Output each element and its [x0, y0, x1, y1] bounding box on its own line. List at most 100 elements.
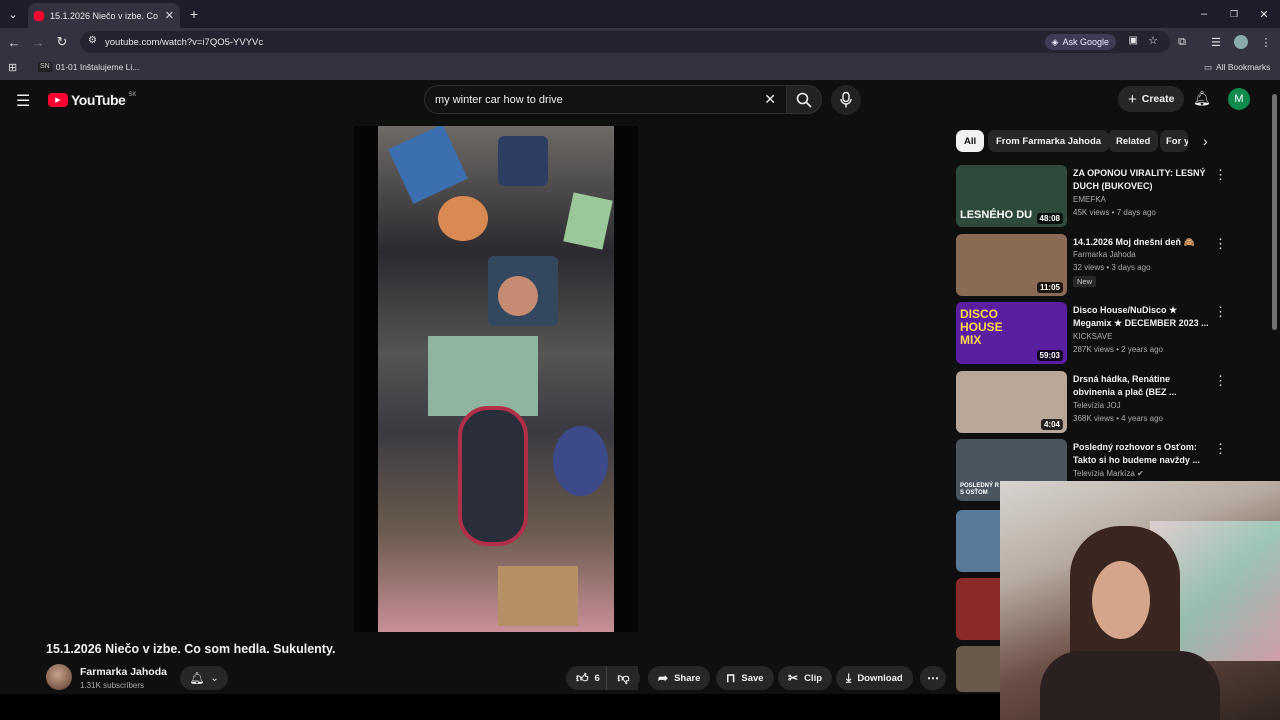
- video-object: [458, 406, 528, 546]
- download-icon: ⤓: [846, 670, 852, 685]
- recommendation-channel[interactable]: Farmarka Jahoda: [1073, 250, 1136, 259]
- address-bar[interactable]: ⚙ youtube.com/watch?v=i7QO5-YVYVc ◈ Ask …: [80, 31, 1170, 53]
- like-count: 6: [594, 672, 600, 684]
- share-arrow-icon: ➦: [658, 671, 669, 685]
- minimize-icon[interactable]: –: [1196, 6, 1212, 22]
- site-info-icon[interactable]: ⚙: [88, 35, 97, 46]
- profile-avatar[interactable]: [1234, 35, 1248, 49]
- recommendation-title[interactable]: Disco House/NuDisco ★ Megamix ★ DECEMBER…: [1073, 304, 1209, 330]
- recommendation-item[interactable]: 11:05 14.1.2026 Moj dnešní deň 🙈 Farmark…: [956, 234, 1231, 298]
- recommendation-item[interactable]: LESNÉHO DU 48:08 ZA OPONOU VIRALITY: LES…: [956, 165, 1231, 229]
- hamburger-menu-icon[interactable]: ☰: [16, 91, 30, 111]
- region-code: SK: [128, 92, 137, 98]
- bookmark-star-icon[interactable]: ☆: [1148, 34, 1158, 47]
- clear-search-icon[interactable]: ✕: [764, 91, 776, 108]
- chip-all[interactable]: All: [956, 130, 985, 152]
- ask-google-button[interactable]: ◈ Ask Google: [1044, 34, 1116, 50]
- channel-name[interactable]: Farmarka Jahoda: [80, 666, 167, 678]
- channel-avatar[interactable]: [46, 664, 72, 690]
- reload-icon[interactable]: ↻: [54, 34, 70, 50]
- dislike-button[interactable]: 👎︎: [606, 666, 640, 690]
- channel-label: Televízia Markíza: [1073, 469, 1135, 478]
- chip-for-you[interactable]: For y: [1160, 130, 1188, 152]
- extensions-icon[interactable]: ⧉: [1174, 34, 1190, 50]
- video-thumbnail[interactable]: [956, 646, 1000, 692]
- all-bookmarks-label: All Bookmarks: [1216, 62, 1271, 72]
- youtube-logo[interactable]: ▶ YouTube SK: [48, 92, 136, 108]
- save-button[interactable]: ⊓ Save: [716, 666, 774, 690]
- subscription-bell-button[interactable]: 🔔︎ ⌄: [180, 666, 228, 690]
- all-bookmarks[interactable]: ▭ All Bookmarks: [1204, 62, 1270, 73]
- scissors-icon: ✂: [788, 671, 799, 685]
- page-scrollbar[interactable]: [1272, 94, 1277, 330]
- bookmark-label: 01-01 Inštalujeme Li...: [55, 62, 140, 72]
- recommendation-title[interactable]: Drsná hádka, Renátine obvinenia a plač (…: [1073, 373, 1209, 399]
- recommendation-item[interactable]: DISCO HOUSE MIX 59:03 Disco House/NuDisc…: [956, 302, 1231, 366]
- forward-icon[interactable]: →: [30, 34, 46, 50]
- more-actions-button[interactable]: ⋯: [920, 666, 946, 690]
- recommendation-channel[interactable]: EMEFKA: [1073, 195, 1106, 204]
- share-button[interactable]: ➦ Share: [648, 666, 711, 690]
- video-thumbnail[interactable]: DISCO HOUSE MIX 59:03: [956, 302, 1067, 364]
- more-vert-icon[interactable]: ⋮: [1214, 373, 1227, 389]
- recommendation-channel[interactable]: Televízia Markíza ✔︎: [1073, 469, 1144, 478]
- browser-menu-icon[interactable]: ⋮: [1258, 34, 1274, 50]
- browser-tab-bar: ⌄ 15.1.2026 Niečo v izbe. Co som ✕ + – ❐…: [0, 0, 1280, 28]
- notifications-bell-icon[interactable]: 🔔︎: [1193, 90, 1211, 107]
- account-avatar[interactable]: M: [1228, 88, 1250, 110]
- apps-grid-icon[interactable]: ⊞: [8, 61, 17, 74]
- window-close-icon[interactable]: ✕: [1256, 6, 1272, 22]
- plus-icon: +: [1128, 90, 1137, 108]
- thumbs-up-icon: 👍︎: [576, 670, 589, 685]
- recommendation-channel[interactable]: KICKSAVE: [1073, 332, 1112, 341]
- bookmarks-bar: ⊞ SN 01-01 Inštalujeme Li... ▭ All Bookm…: [0, 56, 1280, 80]
- chevron-right-icon[interactable]: ›: [1203, 133, 1208, 149]
- voice-search-button[interactable]: [831, 85, 861, 115]
- recommendation-meta: 287K views • 2 years ago: [1073, 345, 1163, 354]
- video-thumbnail[interactable]: 11:05: [956, 234, 1067, 296]
- search-icon: [796, 92, 812, 108]
- chip-related[interactable]: Related: [1108, 130, 1159, 152]
- cast-icon[interactable]: ▣: [1129, 35, 1138, 46]
- recommendation-meta: 368K views • 4 years ago: [1073, 414, 1163, 423]
- search-button[interactable]: [786, 85, 822, 114]
- browser-tab[interactable]: 15.1.2026 Niečo v izbe. Co som ✕: [28, 3, 180, 28]
- create-label: Create: [1141, 93, 1175, 105]
- recommendation-title[interactable]: 14.1.2026 Moj dnešní deň 🙈: [1073, 236, 1209, 249]
- recommendation-title[interactable]: ZA OPONOU VIRALITY: LESNÝ DUCH (BUKOVEC): [1073, 167, 1209, 193]
- more-vert-icon[interactable]: ⋮: [1214, 236, 1227, 252]
- share-label: Share: [674, 672, 701, 684]
- more-vert-icon[interactable]: ⋮: [1214, 304, 1227, 320]
- video-frame: [378, 126, 614, 632]
- more-vert-icon[interactable]: ⋮: [1214, 441, 1227, 457]
- more-vert-icon[interactable]: ⋮: [1214, 167, 1227, 183]
- reading-list-icon[interactable]: ☰: [1208, 34, 1224, 50]
- download-button[interactable]: ⤓ Download: [836, 666, 913, 690]
- new-tab-icon[interactable]: +: [186, 6, 202, 22]
- search-input[interactable]: my winter car how to drive ✕: [424, 85, 786, 114]
- back-icon[interactable]: ←: [6, 34, 22, 50]
- video-thumbnail[interactable]: 4:04: [956, 371, 1067, 433]
- more-horizontal-icon: ⋯: [927, 671, 939, 685]
- youtube-play-icon: ▶: [48, 93, 68, 107]
- tab-search-icon[interactable]: ⌄: [5, 6, 21, 22]
- microphone-icon: [840, 92, 852, 108]
- chip-from-channel[interactable]: From Farmarka Jahoda: [988, 130, 1110, 152]
- recommendation-channel[interactable]: Televízia JOJ: [1073, 401, 1121, 410]
- clip-button[interactable]: ✂ Clip: [778, 666, 833, 690]
- restore-icon[interactable]: ❐: [1226, 6, 1242, 22]
- video-thumbnail[interactable]: [956, 510, 1000, 572]
- video-thumbnail[interactable]: LESNÉHO DU 48:08: [956, 165, 1067, 227]
- bookmark-item[interactable]: SN 01-01 Inštalujeme Li...: [38, 62, 139, 72]
- create-button[interactable]: + Create: [1118, 86, 1185, 112]
- recommendation-item[interactable]: 4:04 Drsná hádka, Renátine obvinenia a p…: [956, 371, 1231, 435]
- recommendation-title[interactable]: Posledný rozhovor s Osťom: Takto si ho b…: [1073, 441, 1209, 467]
- tab-title: 15.1.2026 Niečo v izbe. Co som: [50, 10, 161, 21]
- video-object: [388, 126, 468, 204]
- video-thumbnail[interactable]: [956, 578, 1000, 640]
- close-tab-icon[interactable]: ✕: [165, 9, 174, 22]
- video-player[interactable]: [354, 126, 638, 632]
- video-object: [438, 196, 488, 241]
- youtube-wordmark: YouTube: [71, 92, 126, 108]
- bookmark-favicon-icon: SN: [38, 62, 52, 72]
